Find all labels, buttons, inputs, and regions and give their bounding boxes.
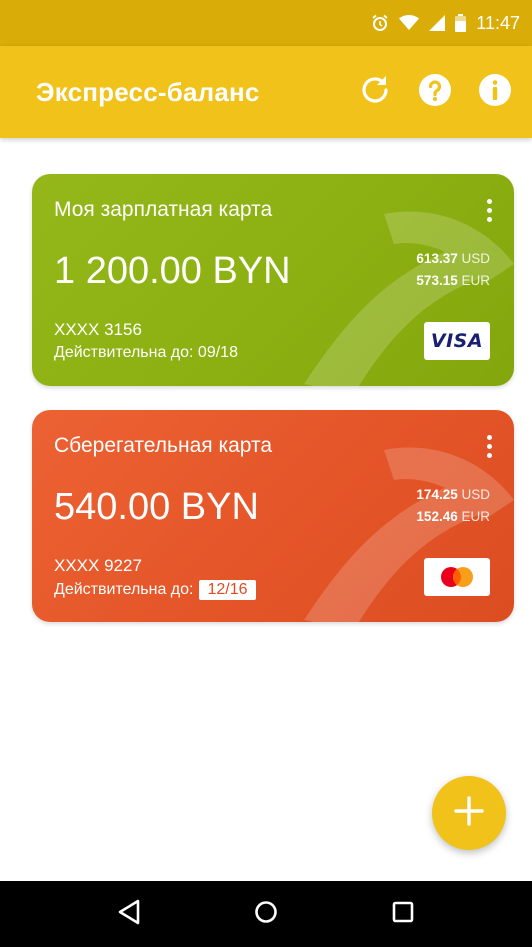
rate-eur: 152.46 EUR xyxy=(416,509,490,524)
help-icon xyxy=(418,73,452,112)
home-button[interactable] xyxy=(244,892,288,936)
refresh-button[interactable] xyxy=(356,73,394,111)
mastercard-icon xyxy=(441,567,473,587)
card-number: XXXX 9227 xyxy=(54,556,142,575)
battery-icon xyxy=(455,14,467,32)
recents-button[interactable] xyxy=(381,892,425,936)
card-savings[interactable]: Сберегательная карта 540.00 BYN 174.25 U… xyxy=(32,410,514,622)
recents-icon xyxy=(392,901,414,928)
back-button[interactable] xyxy=(107,892,151,936)
info-button[interactable] xyxy=(476,73,514,111)
card-name: Моя зарплатная карта xyxy=(54,198,273,221)
rate-usd: 613.37 USD xyxy=(416,251,490,266)
back-icon xyxy=(117,899,141,930)
expiry-label: Действительна до: xyxy=(54,581,194,598)
card-salary[interactable]: Моя зарплатная карта 1 200.00 BYN 613.37… xyxy=(32,174,514,386)
refresh-icon xyxy=(358,73,392,112)
card-rates: 613.37 USD 573.15 EUR xyxy=(416,248,490,292)
app-bar: Экспресс-баланс xyxy=(0,46,532,138)
card-name: Сберегательная карта xyxy=(54,434,273,457)
wifi-icon xyxy=(399,15,420,31)
expiry-badge: 12/16 xyxy=(199,580,256,600)
home-icon xyxy=(254,900,278,929)
card-expiry: Действительна до: 12/16 xyxy=(54,580,256,600)
add-card-button[interactable] xyxy=(432,776,506,850)
visa-logo: VISA xyxy=(424,322,490,360)
card-balance: 540.00 BYN xyxy=(54,486,259,528)
card-balance: 1 200.00 BYN xyxy=(54,250,291,292)
app-actions xyxy=(356,73,514,111)
app-title: Экспресс-баланс xyxy=(36,76,260,107)
nav-bar xyxy=(0,881,532,947)
status-time: 11:47 xyxy=(476,12,520,33)
cards-list: Моя зарплатная карта 1 200.00 BYN 613.37… xyxy=(0,138,532,881)
help-button[interactable] xyxy=(416,73,454,111)
info-icon xyxy=(478,73,512,112)
plus-icon xyxy=(454,795,484,831)
rate-eur: 573.15 EUR xyxy=(416,273,490,288)
card-expiry: Действительна до: 09/18 xyxy=(54,344,238,361)
card-rates: 174.25 USD 152.46 EUR xyxy=(416,484,490,528)
status-bar: 11:47 xyxy=(0,0,532,46)
signal-icon xyxy=(429,15,446,31)
alarm-icon xyxy=(371,14,389,32)
card-menu-button[interactable] xyxy=(478,428,500,464)
rate-usd: 174.25 USD xyxy=(416,487,490,502)
mastercard-logo xyxy=(424,558,490,596)
card-menu-button[interactable] xyxy=(478,192,500,228)
card-number: XXXX 3156 xyxy=(54,320,142,339)
